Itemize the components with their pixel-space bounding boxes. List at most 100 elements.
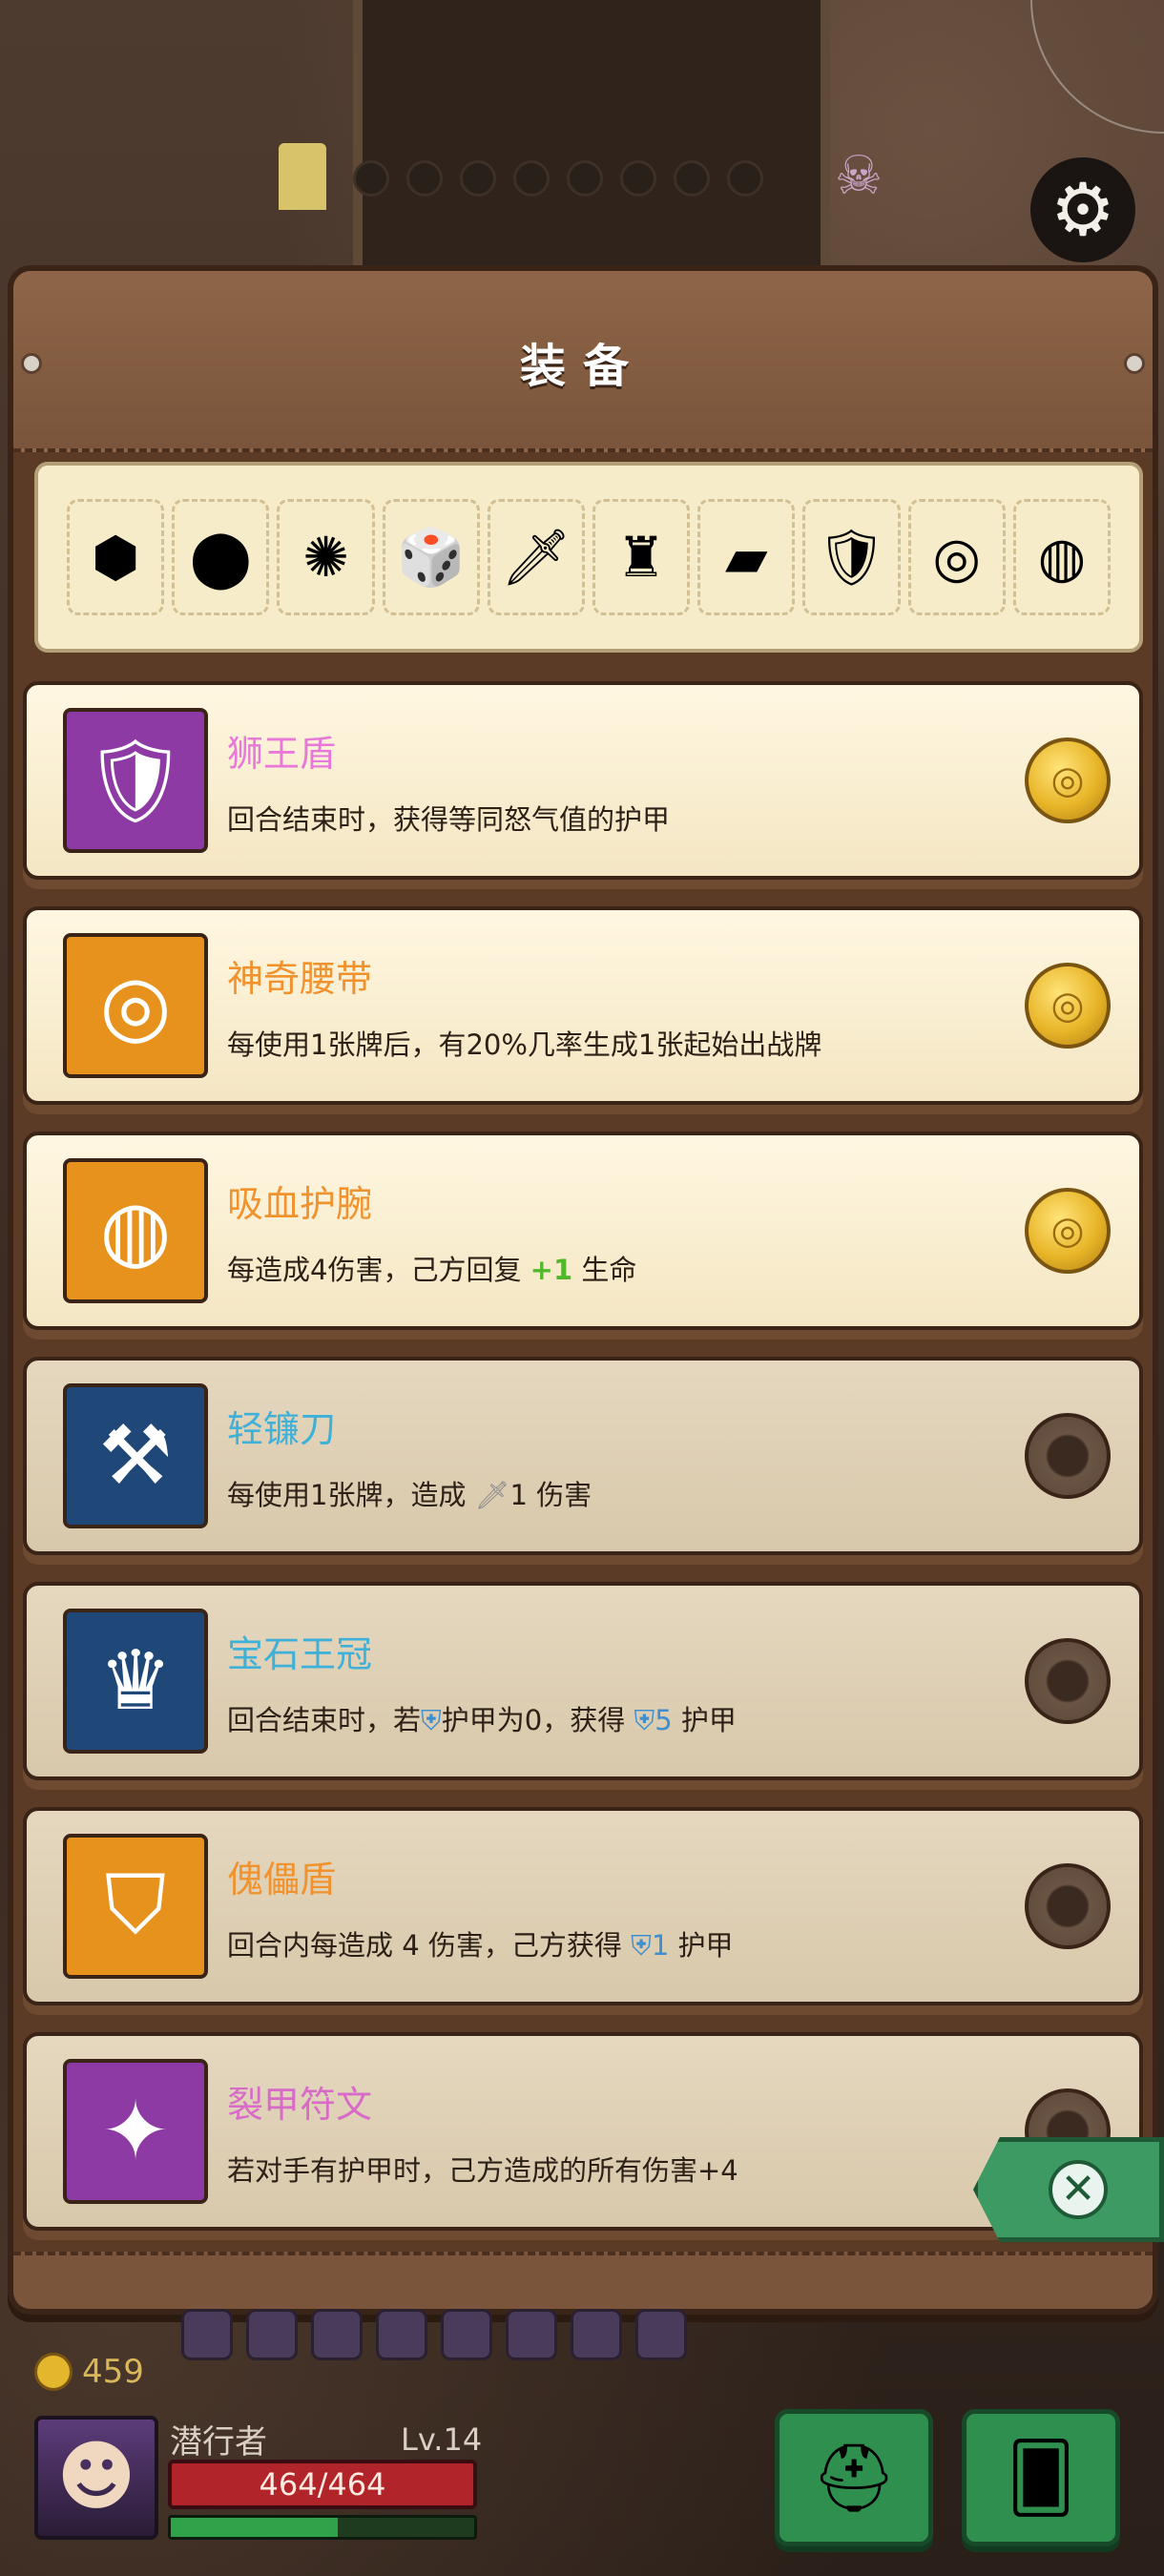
description-text: 回合结束时，获得等同怒气值的护甲 [227, 802, 671, 836]
strip-slot[interactable]: ⬤ [172, 499, 270, 615]
description-text: 护甲 [669, 1928, 734, 1962]
strip-slot[interactable]: ◎ [907, 499, 1006, 615]
equipment-description: 每使用1张牌，造成 🗡1 伤害 [227, 1473, 1025, 1513]
relic-slot[interactable] [506, 2309, 557, 2360]
player-avatar[interactable]: ☻ [34, 2416, 158, 2540]
equipment-card[interactable]: ♛ 宝石王冠 回合结束时，若⛨护甲为0，获得 ⛨5 护甲 [23, 1582, 1143, 1780]
shield-icon: ⛨ [631, 1928, 652, 1962]
cards-icon: 🂠 [1007, 2439, 1075, 2517]
equipment-text: 吸血护腕每造成4伤害，己方回复 +1 生命 [227, 1174, 1025, 1288]
relic-slot[interactable] [246, 2309, 298, 2360]
description-text: 每使用1张牌后，有20%几率生成1张起始出战牌 [227, 1028, 822, 1061]
gold-amount: 459 [82, 2353, 144, 2391]
armor-break-rune-icon: ✦ [63, 2059, 208, 2204]
cobweb-decoration [1030, 0, 1164, 134]
strip-slot[interactable]: ♜ [592, 499, 691, 615]
gem-crown-icon: ♛ [63, 1609, 208, 1754]
owned-coin-icon: ◎ [1025, 963, 1111, 1049]
equipment-text: 狮王盾回合结束时，获得等同怒气值的护甲 [227, 724, 1025, 838]
settings-gear-icon[interactable]: ⚙ [1030, 157, 1135, 262]
relic-slot[interactable] [376, 2309, 427, 2360]
equipment-name: 裂甲符文 [227, 2083, 373, 2126]
equipment-name: 傀儡盾 [227, 1858, 337, 1901]
owned-coin-icon: ◎ [1025, 1188, 1111, 1274]
equipment-description: 回合结束时，若⛨护甲为0，获得 ⛨5 护甲 [227, 1698, 1025, 1738]
sword-icon: 🗡 [474, 1478, 510, 1511]
equipment-card[interactable]: 🛡 狮王盾 回合结束时，获得等同怒气值的护甲 ◎ [23, 681, 1143, 880]
stage-dot [406, 160, 443, 197]
relic-slot[interactable] [441, 2309, 492, 2360]
winged-helmet-icon: ⛑ [811, 2438, 897, 2517]
lion-shield-icon: 🛡 [63, 708, 208, 853]
magic-belt-icon: ◎ [63, 933, 208, 1078]
empty-socket-icon [1025, 1638, 1111, 1724]
equipment-card[interactable]: ⚒ 轻镰刀 每使用1张牌，造成 🗡1 伤害 [23, 1357, 1143, 1555]
shield-icon: ⛨ [634, 1703, 655, 1736]
description-text: 回合结束时，若 [227, 1703, 422, 1736]
light-scythe-icon: ⚒ [63, 1383, 208, 1528]
gold-coin-icon [34, 2353, 73, 2391]
equipment-card[interactable]: ⛉ 傀儡盾回合内每造成 4 伤害，己方获得 ⛨1 护甲 [23, 1807, 1143, 2005]
description-text: 若对手有护甲时，己方造成的所有伤害+4 [227, 2153, 738, 2187]
strip-slot[interactable]: 🎲 [382, 499, 480, 615]
equipment-description: 回合结束时，获得等同怒气值的护甲 [227, 798, 1025, 838]
equipment-name: 吸血护腕 [227, 1182, 373, 1225]
stage-dot [353, 160, 389, 197]
equipment-description: 每造成4伤害，己方回复 +1 生命 [227, 1248, 1025, 1288]
equipped-items-strip: ⬢ ⬤ ✺ 🎲 🗡 ♜ ▰ 🛡 ◎ ◍ [34, 462, 1143, 653]
description-text: 护甲 [672, 1703, 737, 1736]
puppet-shield-icon: ⛉ [63, 1834, 208, 1979]
equipment-card[interactable]: ◎ 神奇腰带 每使用1张牌后，有20%几率生成1张起始出战牌 ◎ [23, 906, 1143, 1105]
equipment-card[interactable]: ◍ 吸血护腕 每造成4伤害，己方回复 +1 生命 ◎ [23, 1132, 1143, 1330]
description-text: 回合内每造成 4 伤害，己方获得 [227, 1928, 632, 1962]
vampire-bracer-icon: ◍ [63, 1158, 208, 1303]
red-cloak-icon: ♜ [616, 525, 667, 590]
xp-bar [168, 2515, 477, 2540]
description-text: 每使用1张牌，造成 [227, 1478, 475, 1511]
equipment-menu-button[interactable]: ⛑ [775, 2409, 933, 2546]
armor-value: 1 [651, 1928, 670, 1962]
pink-flame-icon: ✺ [302, 525, 349, 590]
relic-slot[interactable] [181, 2309, 233, 2360]
deck-menu-button[interactable]: 🂠 [962, 2409, 1120, 2546]
gold-counter: 459 [34, 2353, 144, 2391]
stage-dot [727, 160, 763, 197]
strip-slot[interactable]: ◍ [1012, 499, 1112, 615]
armor-value: 5 [655, 1703, 673, 1736]
stage-dot [460, 160, 496, 197]
relic-bar [181, 2309, 687, 2360]
strip-slot[interactable]: ▰ [697, 499, 796, 615]
description-text: 生命 [572, 1253, 637, 1286]
description-text: 护甲为0，获得 [441, 1703, 634, 1736]
strip-slot[interactable]: ✺ [277, 499, 375, 615]
relic-slot[interactable] [571, 2309, 622, 2360]
shield-icon: ⛨ [421, 1703, 442, 1736]
relic-slot[interactable] [635, 2309, 687, 2360]
stage-dot [567, 160, 603, 197]
magic-belt-icon: ◎ [932, 525, 982, 590]
equipment-text: 神奇腰带每使用1张牌后，有20%几率生成1张起始出战牌 [227, 949, 1025, 1063]
boss-skull-icon: ☠ [834, 145, 883, 207]
stage-dot [513, 160, 550, 197]
strip-slot[interactable]: 🛡 [802, 499, 901, 615]
panel-header: 装备 [13, 271, 1153, 452]
dice-hat-icon: 🎲 [396, 524, 466, 590]
equipment-text: 裂甲符文若对手有护甲时，己方造成的所有伤害+4 [227, 2075, 1025, 2189]
strip-slot[interactable]: 🗡 [487, 499, 586, 615]
owned-coin-icon: ◎ [1025, 737, 1111, 823]
close-button[interactable]: ✕ [973, 2137, 1164, 2242]
equipment-card[interactable]: ✦ 裂甲符文 若对手有护甲时，己方造成的所有伤害+4 [23, 2032, 1143, 2231]
heal-value: +1 [530, 1253, 573, 1286]
crystal-dagger-icon: 🗡 [501, 524, 572, 590]
description-text: 每造成4伤害，己方回复 [227, 1253, 530, 1286]
equipment-description: 若对手有护甲时，己方造成的所有伤害+4 [227, 2149, 1025, 2189]
relic-slot[interactable] [311, 2309, 363, 2360]
strip-slot[interactable]: ⬢ [67, 499, 165, 615]
equipment-name: 狮王盾 [227, 732, 337, 775]
lion-shield-icon: 🛡 [816, 524, 887, 590]
equipment-name: 神奇腰带 [227, 957, 373, 1000]
empty-socket-icon [1025, 1413, 1111, 1499]
player-level: Lv.14 [401, 2421, 483, 2458]
player-name: 潜行者 [170, 2423, 267, 2462]
castle-icon [279, 143, 326, 210]
